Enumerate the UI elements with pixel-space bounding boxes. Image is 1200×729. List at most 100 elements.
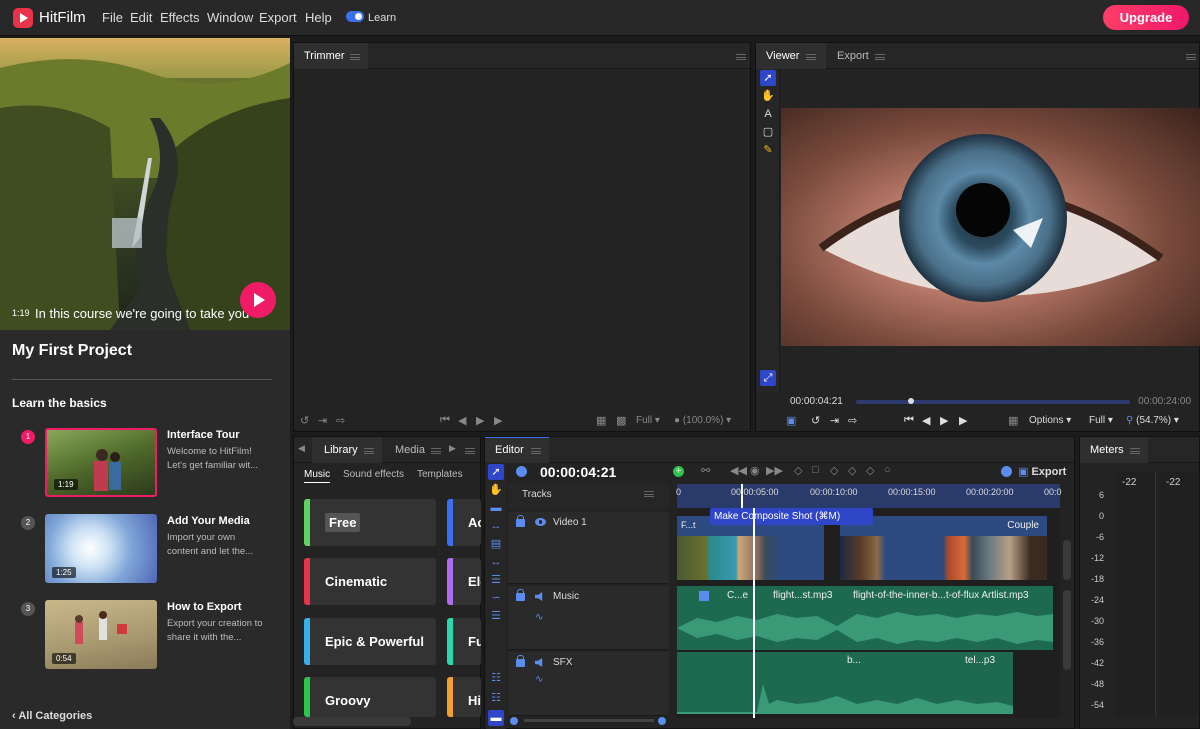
add-track-icon[interactable]: + bbox=[673, 466, 684, 477]
pen-tool-icon[interactable]: ✎ bbox=[760, 142, 776, 158]
tab-menu-icon[interactable] bbox=[531, 448, 541, 454]
speaker-icon[interactable] bbox=[535, 658, 543, 667]
insert-icon[interactable]: ⇥ bbox=[830, 414, 839, 427]
tab-menu-icon[interactable] bbox=[350, 54, 360, 60]
timeline-scrollbar[interactable] bbox=[1063, 540, 1071, 580]
audio-levels-icon[interactable]: ☷ bbox=[488, 690, 504, 706]
select-tool-icon[interactable]: ➚ bbox=[488, 464, 504, 480]
tracks-menu-icon[interactable] bbox=[644, 491, 654, 497]
slip-tool-icon[interactable]: ↔ bbox=[488, 518, 504, 534]
panel-menu-icon[interactable] bbox=[736, 54, 746, 60]
curve-tool-icon[interactable]: ∽ bbox=[488, 590, 504, 606]
category-card-free[interactable]: Free bbox=[304, 499, 436, 546]
snapshot-icon[interactable]: ▣ bbox=[786, 414, 796, 427]
subtab-sound-effects[interactable]: Sound effects bbox=[343, 469, 404, 480]
timeline-area[interactable]: F...t Couple Make Composite Shot (⌘M) C.… bbox=[677, 508, 1060, 718]
hand-tool-icon[interactable]: ✋ bbox=[488, 482, 504, 498]
viewer-playhead[interactable] bbox=[907, 398, 914, 404]
all-categories-link[interactable]: ‹ All Categories bbox=[12, 710, 92, 722]
trimmer-zoom-select[interactable]: ● (100.0%) ▾ bbox=[674, 415, 731, 426]
keyframe-icon[interactable]: ◇ bbox=[830, 464, 838, 477]
chevron-left-icon[interactable]: ◀ bbox=[298, 443, 305, 454]
rate-tool-icon[interactable]: ☰ bbox=[488, 572, 504, 588]
play-icon[interactable]: ▶ bbox=[494, 414, 502, 427]
tab-viewer[interactable]: Viewer bbox=[766, 50, 799, 62]
ripple-tool-icon[interactable]: ↔ bbox=[488, 554, 504, 570]
options-menu[interactable]: Options ▾ bbox=[1029, 415, 1071, 426]
subtab-music[interactable]: Music bbox=[304, 469, 331, 483]
zoom-slider[interactable] bbox=[524, 719, 654, 722]
category-card-epic[interactable]: Epic & Powerful bbox=[304, 618, 436, 665]
lesson-item[interactable]: 3 0:54 How to Export Export your creatio… bbox=[0, 600, 290, 672]
render-icon[interactable] bbox=[1001, 466, 1012, 477]
category-card[interactable]: Ac bbox=[447, 499, 481, 546]
trimmer-quality-select[interactable]: Full ▾ bbox=[636, 415, 660, 426]
step-back-icon[interactable]: ◀ bbox=[922, 414, 930, 427]
speaker-icon[interactable] bbox=[535, 592, 543, 601]
track-tool-icon[interactable]: ☰ bbox=[488, 608, 504, 624]
tab-menu-icon[interactable] bbox=[364, 448, 374, 454]
crop-tool-icon[interactable]: ▢ bbox=[760, 124, 776, 140]
timeline-scrollbar[interactable] bbox=[1063, 590, 1071, 670]
roll-tool-icon[interactable]: ▤ bbox=[488, 536, 504, 552]
display-icon[interactable]: ▩ bbox=[616, 414, 626, 427]
hand-tool-icon[interactable]: ✋ bbox=[760, 88, 776, 104]
course-video[interactable]: 1:19 In this course we're going to take … bbox=[0, 38, 290, 330]
tab-trimmer[interactable]: Trimmer bbox=[304, 50, 345, 62]
visibility-eye-icon[interactable] bbox=[535, 518, 546, 526]
viewer-scrub-bar[interactable] bbox=[856, 398, 1130, 404]
next-keyframe-icon[interactable]: ▶▶ bbox=[766, 464, 783, 477]
menu-file[interactable]: File bbox=[102, 10, 123, 25]
slice-tool-icon[interactable]: ▬ bbox=[488, 500, 504, 516]
viewer-quality-select[interactable]: Full ▾ bbox=[1089, 415, 1113, 426]
grid-icon[interactable]: ▦ bbox=[596, 414, 606, 427]
loop-marker-icon[interactable]: ○ bbox=[884, 464, 891, 476]
menu-help[interactable]: Help bbox=[305, 10, 332, 25]
viewer-zoom-select[interactable]: ⚲ (54.7%) ▾ bbox=[1126, 415, 1179, 426]
tab-media[interactable]: Media bbox=[395, 444, 425, 456]
skip-start-icon[interactable]: ⏮ bbox=[904, 414, 914, 427]
keyframe-icon[interactable]: ◇ bbox=[866, 464, 874, 477]
lesson-thumbnail[interactable]: 1:25 bbox=[45, 514, 157, 583]
track-header-video1[interactable]: Video 1 bbox=[508, 512, 669, 584]
editor-export-button[interactable]: ▣ Export bbox=[1018, 465, 1066, 478]
menu-edit[interactable]: Edit bbox=[130, 10, 152, 25]
lock-icon[interactable] bbox=[516, 655, 525, 667]
upgrade-button[interactable]: Upgrade bbox=[1103, 5, 1189, 30]
lock-icon[interactable] bbox=[516, 515, 525, 527]
play-icon[interactable]: ▶ bbox=[959, 414, 967, 427]
tab-editor[interactable]: Editor bbox=[495, 444, 524, 456]
category-card-cinematic[interactable]: Cinematic bbox=[304, 558, 436, 605]
tab-menu-icon[interactable] bbox=[431, 448, 441, 454]
zoom-in-icon[interactable] bbox=[658, 717, 666, 725]
menu-window[interactable]: Window bbox=[207, 10, 253, 25]
fullscreen-icon[interactable]: ⤢ bbox=[760, 370, 776, 386]
lesson-item[interactable]: 1 1:19 Interface Tour Welcome to HitFilm… bbox=[0, 428, 290, 500]
waveform-icon[interactable]: ∿ bbox=[535, 612, 543, 623]
lesson-item[interactable]: 2 1:25 Add Your Media Import your own co… bbox=[0, 514, 290, 586]
composite-shot-icon[interactable]: ⚯ bbox=[701, 464, 710, 477]
loop-icon[interactable]: ↺ bbox=[811, 414, 820, 427]
track-header-music[interactable]: Music ∿ bbox=[508, 586, 669, 650]
lesson-thumbnail[interactable]: 1:19 bbox=[45, 428, 157, 497]
tab-meters[interactable]: Meters bbox=[1090, 444, 1124, 456]
tab-menu-icon[interactable] bbox=[1130, 448, 1140, 454]
step-forward-icon[interactable]: ▶ bbox=[476, 414, 484, 427]
category-card[interactable]: Fu bbox=[447, 618, 481, 665]
skip-start-icon[interactable]: ⏮ bbox=[440, 414, 450, 427]
overlay-icon[interactable]: ⇨ bbox=[336, 414, 345, 427]
loop-icon[interactable]: ↺ bbox=[300, 414, 309, 427]
video-clip[interactable]: Couple bbox=[840, 516, 1047, 580]
panel-menu-icon[interactable] bbox=[465, 448, 475, 454]
tab-menu-icon[interactable] bbox=[875, 54, 885, 60]
link-toggle-icon[interactable]: ▬ bbox=[488, 710, 504, 726]
mixer-icon[interactable]: ☷ bbox=[488, 670, 504, 686]
play-button[interactable] bbox=[240, 282, 276, 318]
lesson-thumbnail[interactable]: 0:54 bbox=[45, 600, 157, 669]
sfx-clip[interactable]: b... tel...p3 bbox=[677, 652, 1013, 714]
step-back-icon[interactable]: ◀ bbox=[458, 414, 466, 427]
chevron-right-icon[interactable]: ▶ bbox=[449, 443, 456, 454]
insert-icon[interactable]: ⇥ bbox=[318, 414, 327, 427]
overlay-icon[interactable]: ⇨ bbox=[848, 414, 857, 427]
text-tool-icon[interactable]: A bbox=[760, 106, 776, 122]
